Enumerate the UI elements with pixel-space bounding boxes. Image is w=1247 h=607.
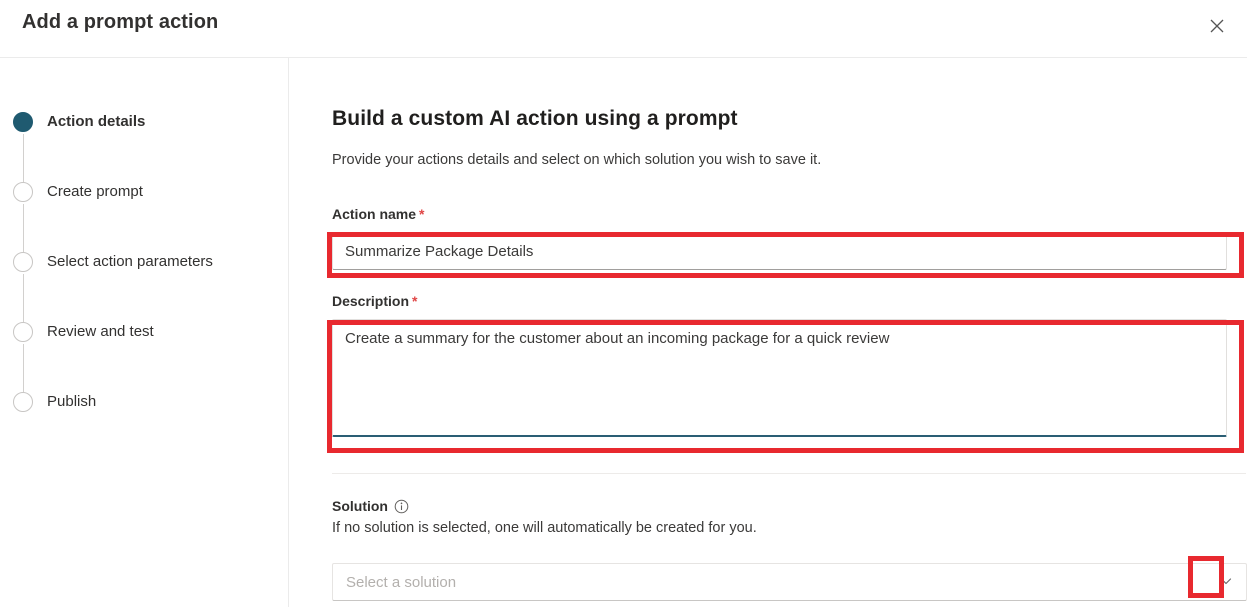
dialog-title: Add a prompt action — [22, 11, 219, 33]
step-marker — [13, 182, 35, 252]
sidebar-item-action-details[interactable]: Action details — [13, 112, 283, 182]
description-textarea[interactable] — [332, 319, 1227, 437]
solution-help-text: If no solution is selected, one will aut… — [332, 520, 757, 536]
chevron-down-icon — [1219, 574, 1233, 591]
solution-label-row: Solution — [332, 498, 1247, 514]
solution-label: Solution — [332, 498, 388, 514]
step-marker — [13, 112, 35, 182]
solution-dropdown[interactable]: Select a solution — [332, 563, 1247, 601]
step-connector-line — [22, 344, 24, 392]
sidebar-item-label: Select action parameters — [47, 253, 213, 270]
sidebar-item-label: Create prompt — [47, 183, 143, 200]
page-subtitle: Provide your actions details and select … — [332, 152, 822, 168]
step-connector-line — [22, 134, 24, 182]
close-button[interactable] — [1197, 8, 1237, 44]
step-dot-icon — [13, 182, 33, 202]
step-dot-icon — [13, 322, 33, 342]
description-label: Description * — [332, 293, 417, 309]
required-asterisk: * — [412, 293, 418, 309]
wizard-sidebar: Action details Create prompt Select acti… — [0, 58, 289, 607]
main-content: Build a custom AI action using a prompt … — [290, 58, 1247, 607]
wizard-step-list: Action details Create prompt Select acti… — [13, 112, 283, 422]
step-dot-icon — [13, 392, 33, 412]
action-name-label: Action name * — [332, 206, 424, 222]
sidebar-item-select-action-parameters[interactable]: Select action parameters — [13, 252, 283, 322]
sidebar-item-review-and-test[interactable]: Review and test — [13, 322, 283, 392]
description-label-text: Description — [332, 293, 410, 309]
sidebar-item-label: Publish — [47, 393, 97, 410]
section-divider — [332, 473, 1246, 474]
solution-dropdown-toggle[interactable] — [1210, 564, 1242, 600]
solution-placeholder-text: Select a solution — [346, 573, 457, 591]
action-name-input[interactable] — [332, 232, 1227, 270]
step-connector-line — [22, 274, 24, 322]
sidebar-item-label: Review and test — [47, 323, 154, 340]
step-dot-icon — [13, 112, 33, 132]
close-icon — [1209, 18, 1225, 34]
step-connector-line — [22, 204, 24, 252]
step-marker — [13, 322, 35, 392]
required-asterisk: * — [419, 206, 425, 222]
sidebar-item-create-prompt[interactable]: Create prompt — [13, 182, 283, 252]
sidebar-item-label: Action details — [47, 113, 146, 130]
step-marker — [13, 252, 35, 322]
action-name-field-group: Action name * — [332, 206, 1247, 270]
sidebar-item-publish[interactable]: Publish — [13, 392, 283, 422]
step-marker — [13, 392, 35, 414]
info-icon[interactable] — [394, 499, 409, 514]
solution-field-group: Solution If no solution is selected, one… — [332, 498, 1247, 601]
action-name-label-text: Action name — [332, 206, 417, 222]
description-field-group: Description * — [332, 293, 1247, 437]
page-title: Build a custom AI action using a prompt — [332, 107, 738, 130]
dialog-header: Add a prompt action — [0, 0, 1247, 58]
step-dot-icon — [13, 252, 33, 272]
